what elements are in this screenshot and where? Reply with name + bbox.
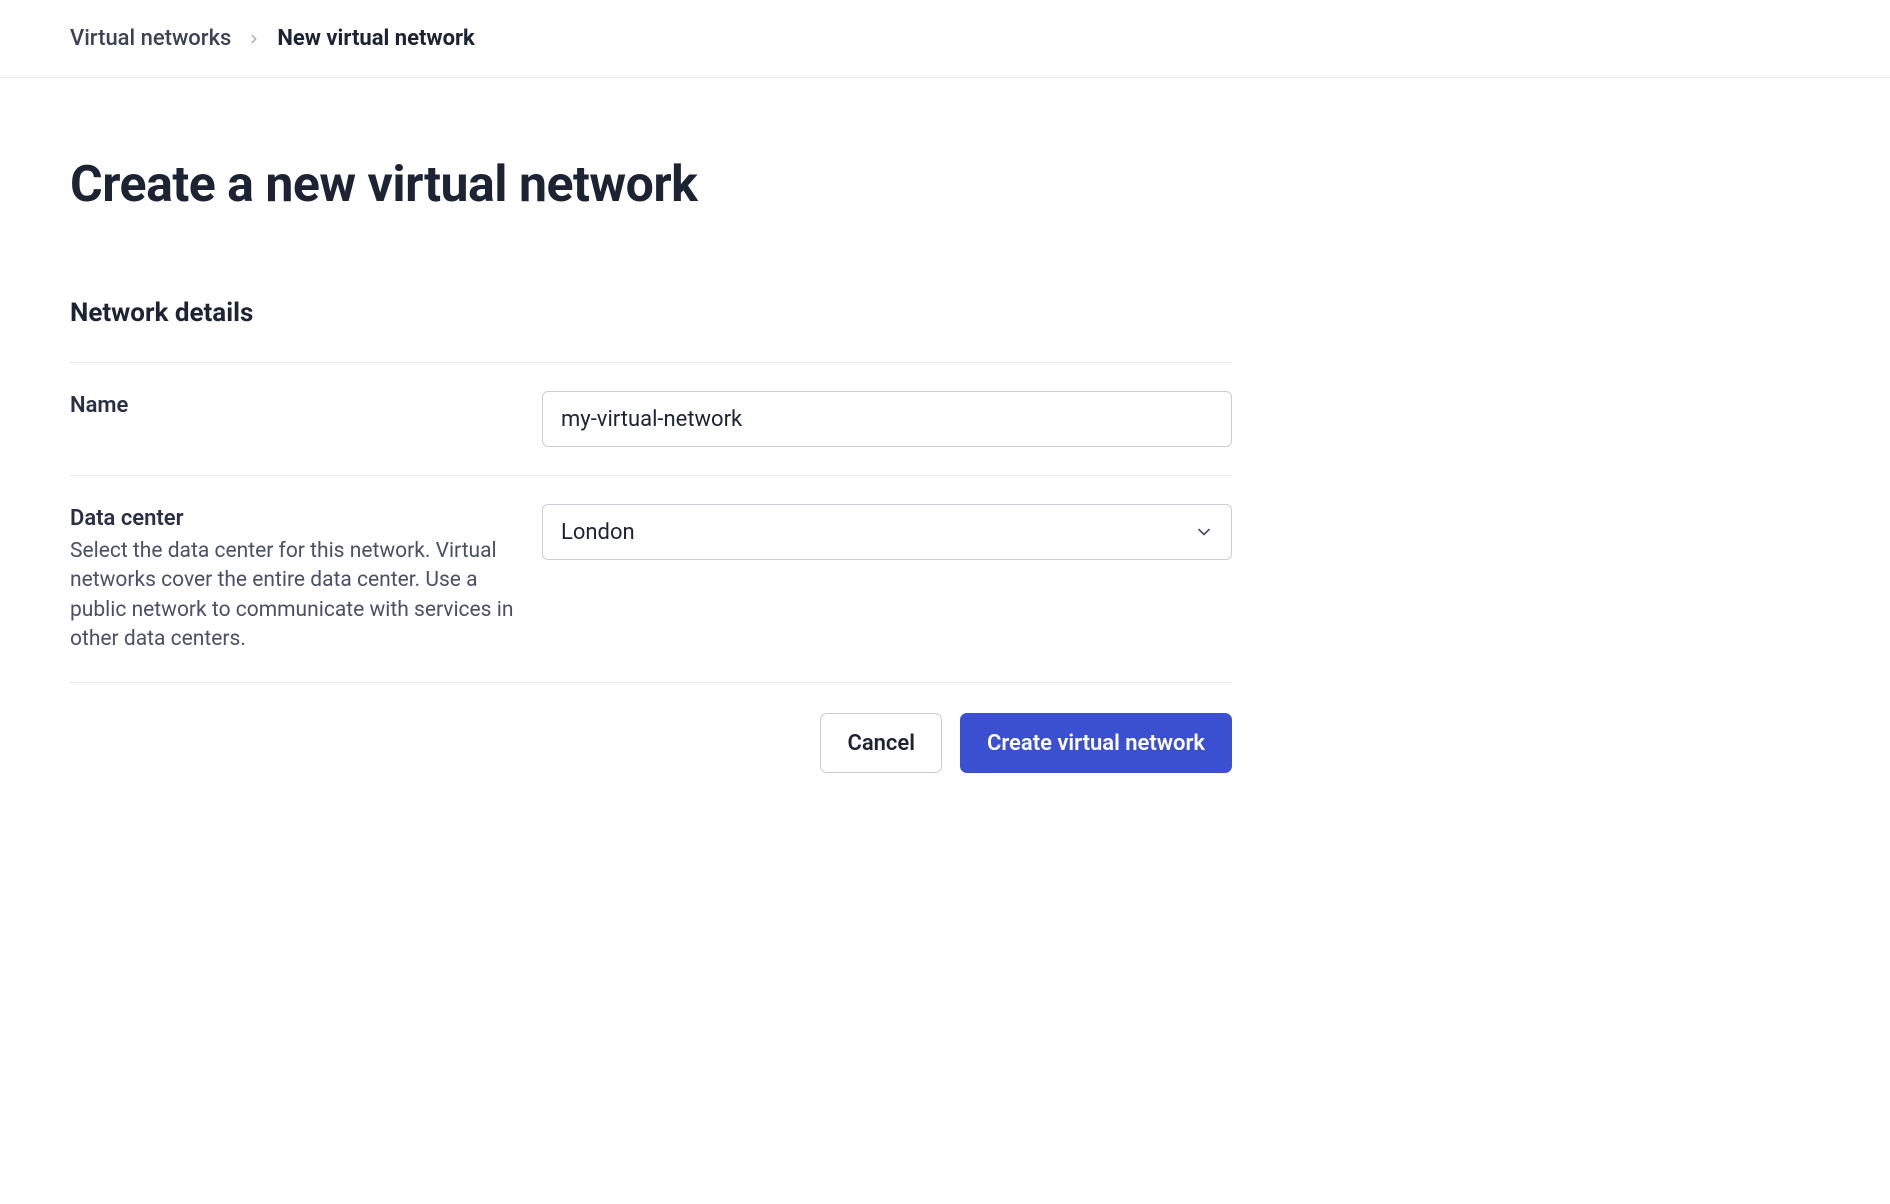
form-row-name: Name xyxy=(70,363,1232,476)
breadcrumb-link-virtual-networks[interactable]: Virtual networks xyxy=(70,26,231,51)
name-input[interactable] xyxy=(542,391,1232,447)
breadcrumb: Virtual networks New virtual network xyxy=(0,0,1890,78)
create-virtual-network-button[interactable]: Create virtual network xyxy=(960,713,1232,773)
cancel-button[interactable]: Cancel xyxy=(820,713,942,773)
data-center-help: Select the data center for this network.… xyxy=(70,537,522,655)
chevron-right-icon xyxy=(247,32,261,46)
form-section: Name Data center Select the data center … xyxy=(70,362,1232,683)
actions-row: Cancel Create virtual network xyxy=(70,683,1232,803)
breadcrumb-current: New virtual network xyxy=(277,26,474,51)
name-label: Name xyxy=(70,391,522,422)
form-row-data-center: Data center Select the data center for t… xyxy=(70,476,1232,683)
data-center-select[interactable]: London xyxy=(542,504,1232,560)
data-center-label: Data center xyxy=(70,504,522,535)
section-title-network-details: Network details xyxy=(70,298,1232,328)
page-title: Create a new virtual network xyxy=(70,156,1232,214)
